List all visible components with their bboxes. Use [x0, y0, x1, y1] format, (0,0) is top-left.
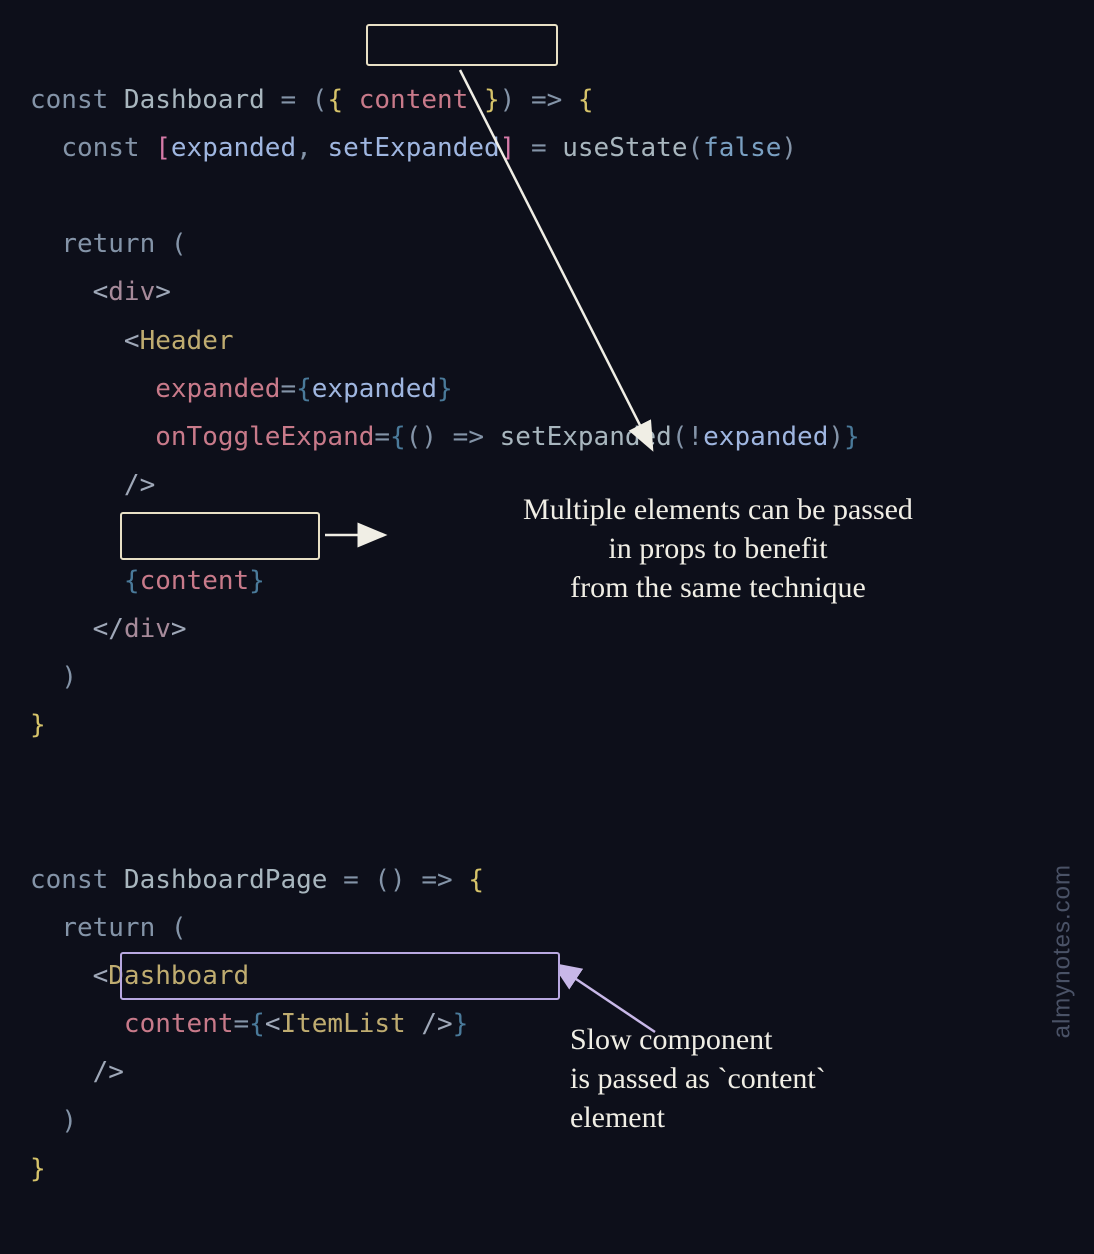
highlight-content-param: [366, 24, 558, 66]
arrow-param-to-render-icon: [440, 65, 700, 475]
annotation-line: from the same technique: [398, 568, 1038, 607]
annotation-line: Multiple elements can be passed: [398, 490, 1038, 529]
annotation-line: is passed as `content`: [570, 1059, 970, 1098]
watermark: almynotes.com: [1048, 864, 1076, 1038]
annotation-line: in props to benefit: [398, 529, 1038, 568]
annotation-line: element: [570, 1098, 970, 1137]
arrow-annotation-to-content-prop-icon: [560, 960, 680, 1050]
highlight-content-render: [120, 512, 320, 560]
arrow-render-to-annotation-icon: [320, 520, 400, 550]
code-block-2: const DashboardPage = () => { return ( <…: [30, 808, 484, 1193]
annotation-multiple-elements: Multiple elements can be passed in props…: [398, 490, 1038, 607]
highlight-content-prop: [120, 952, 560, 1000]
